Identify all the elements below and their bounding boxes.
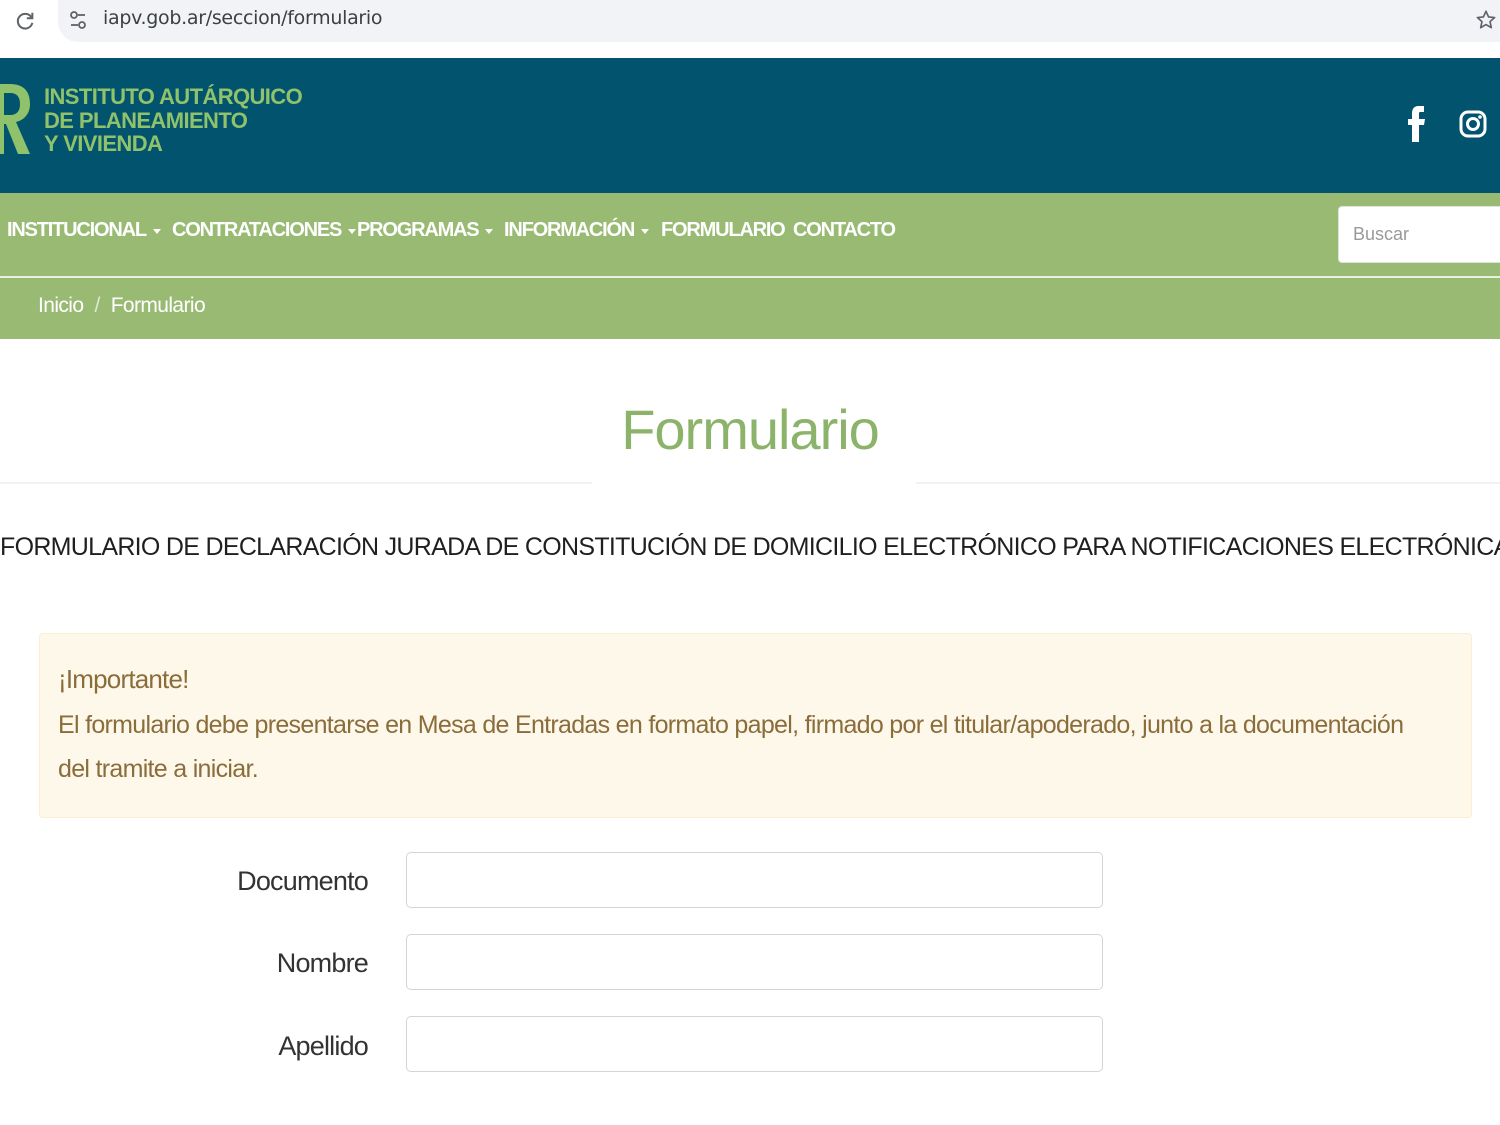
apellido-label: Apellido <box>278 1031 368 1061</box>
nav-item-label: CONTRATACIONES <box>172 219 342 241</box>
nav-item-contrataciones[interactable]: CONTRATACIONES <box>172 219 357 242</box>
breadcrumb-home-link[interactable]: Inicio <box>38 294 84 318</box>
nav-item-label: CONTACTO <box>793 219 896 241</box>
nav-item-label: FORMULARIO <box>661 219 786 241</box>
star-icon[interactable] <box>1472 4 1500 36</box>
apellido-input[interactable] <box>406 1016 1103 1072</box>
search-input[interactable] <box>1338 206 1500 263</box>
site-info-icon[interactable] <box>66 6 90 34</box>
chevron-down-icon <box>152 229 161 234</box>
reload-icon[interactable] <box>10 6 40 36</box>
alert-body: El formulario debe presentarse en Mesa d… <box>58 711 1404 783</box>
documento-label: Documento <box>237 866 369 896</box>
logo-line: INSTITUTO AUTÁRQUICO <box>44 84 303 109</box>
title-divider-right <box>916 482 1500 484</box>
nav-item-contacto[interactable]: CONTACTO <box>793 219 896 242</box>
logo-line: DE PLANEAMIENTO <box>44 107 248 133</box>
logo-line: Y VIVIENDA <box>44 131 163 156</box>
documento-input[interactable] <box>406 852 1103 908</box>
site-logo-text[interactable]: INSTITUTO AUTÁRQUICO DE PLANEAMIENTO Y V… <box>44 84 303 156</box>
breadcrumb-bar <box>0 278 1500 339</box>
nav-item-formulario[interactable]: FORMULARIO <box>661 219 786 242</box>
breadcrumb-current: Formulario <box>110 294 206 317</box>
url-text[interactable]: iapv.gob.ar/seccion/formulario <box>103 7 383 29</box>
browser-toolbar: iapv.gob.ar/seccion/formulario <box>0 0 1500 46</box>
nav-item-label: INFORMACIÓN <box>504 219 635 241</box>
chevron-down-icon <box>641 229 650 234</box>
facebook-icon[interactable] <box>1399 104 1435 144</box>
nav-item-institucional[interactable]: INSTITUCIONAL <box>7 219 161 242</box>
nav-item-label: INSTITUCIONAL <box>7 219 147 241</box>
nav-item-informacion[interactable]: INFORMACIÓN <box>504 219 650 242</box>
alert-title: ¡Importante! <box>58 664 189 694</box>
title-divider-left <box>0 482 592 484</box>
chevron-down-icon <box>348 229 357 234</box>
nombre-input[interactable] <box>406 934 1103 990</box>
chevron-down-icon <box>485 229 494 234</box>
breadcrumb-separator: / <box>94 294 100 317</box>
nav-item-programas[interactable]: PROGRAMAS <box>357 219 494 242</box>
logo-mark[interactable] <box>0 84 36 156</box>
instagram-icon[interactable] <box>1455 104 1491 144</box>
form-heading: FORMULARIO DE DECLARACIÓN JURADA DE CONS… <box>0 533 1500 561</box>
breadcrumb: Inicio / Formulario <box>38 294 206 318</box>
nav-item-label: PROGRAMAS <box>357 219 480 241</box>
page-title: Formulario <box>621 398 880 461</box>
nombre-label: Nombre <box>276 948 369 978</box>
